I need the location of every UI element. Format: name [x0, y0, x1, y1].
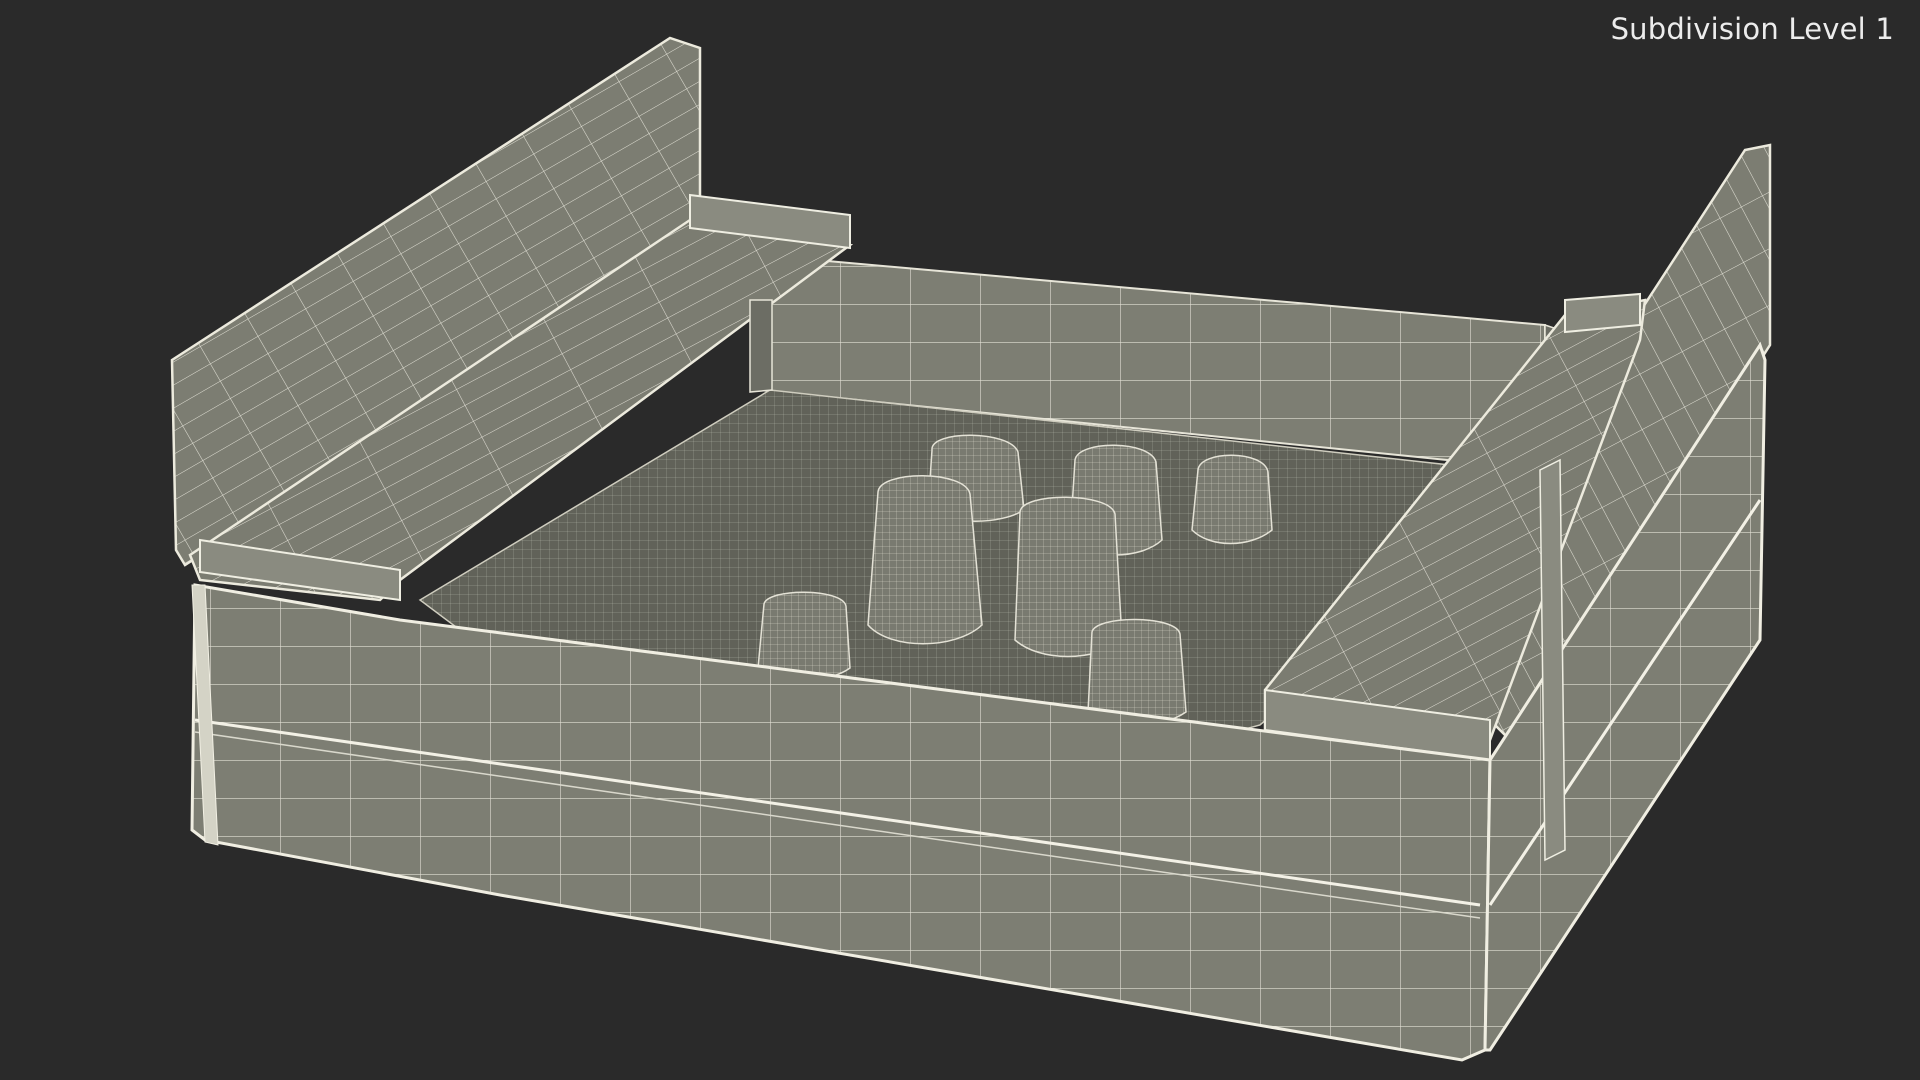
render-viewport: Subdivision Level 1	[0, 0, 1920, 1080]
right-bench-armrest-rear	[1564, 292, 1641, 334]
right-bench-post	[1539, 458, 1566, 862]
sandbox-wireframe-render	[170, 36, 1772, 1062]
left-bench-support	[749, 299, 773, 393]
sand-mound	[867, 475, 983, 645]
sand-mound	[1191, 454, 1273, 545]
